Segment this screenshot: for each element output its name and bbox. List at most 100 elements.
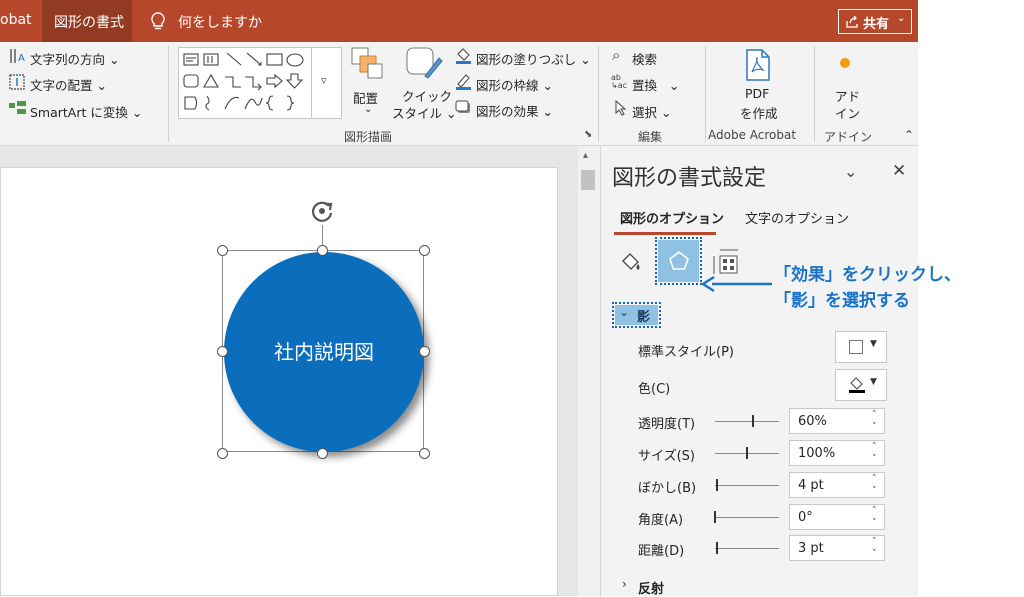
resize-handle[interactable] [217,448,228,459]
tab-shape-format-label: 図形の書式 [54,15,124,31]
distance-spinbox[interactable]: 3 pt ˄ ˅ [789,535,885,561]
paint-bucket-icon [849,377,865,393]
replace-icon: ab ↳ac [611,73,628,90]
chevron-right-icon: › [622,577,627,591]
tab-text-options[interactable]: 文字のオプション [745,208,849,227]
size-properties-icon[interactable] [712,248,740,276]
shape-effects-icon [455,100,470,113]
replace-label: 置換 [632,78,658,93]
shapes-gallery-more-button[interactable]: ▿ [311,47,342,119]
divider [168,46,169,142]
angle-slider[interactable] [715,517,779,518]
shadow-preset-dropdown[interactable]: ▼ [835,331,887,363]
shape-fill-label: 図形の塗りつぶし [476,52,577,67]
active-tab-indicator [614,232,716,235]
tab-shape-options[interactable]: 図形のオプション [620,208,724,227]
search-icon: ⌕ [612,46,621,64]
close-icon[interactable]: ✕ [892,161,906,181]
share-label: 共有 [863,17,890,32]
divider [598,46,599,142]
resize-handle[interactable] [419,346,430,357]
shape-text[interactable]: 社内説明図 [224,336,424,365]
text-align-button[interactable]: 文字の配置 ⌄ [30,75,107,94]
reflection-section-header[interactable]: 反射 [638,578,664,597]
resize-handle[interactable] [217,346,228,357]
quick-styles-button[interactable]: スタイル ⌄ [392,103,456,122]
distance-slider[interactable] [715,548,779,549]
select-button[interactable]: 選択 ⌄ [632,102,671,121]
tell-me-search[interactable]: 何をしますか [178,12,262,32]
shadow-section-header[interactable]: ⌄ 影 [615,305,658,325]
replace-button[interactable]: 置換 ⌄ [632,75,679,94]
quick-styles-icon [406,47,443,79]
preset-swatch [849,340,863,354]
angle-slider-thumb[interactable] [714,511,716,523]
blur-spinbox[interactable]: 4 pt ˄ ˅ [789,472,885,498]
group-label-adobe: Adobe Acrobat [708,128,797,142]
size-slider-thumb[interactable] [746,447,748,459]
resize-handle[interactable] [317,448,328,459]
vertical-scrollbar[interactable] [578,146,600,596]
share-button[interactable]: 共有 ⌄ [838,9,912,34]
group-label-drawing: 図形描画 [344,130,393,144]
paint-bucket-icon [456,48,471,64]
blur-value: 4 pt [798,478,824,493]
create-pdf-button[interactable]: を作成 [740,103,778,122]
color-label: 色(C) [638,382,671,397]
blur-slider[interactable] [715,485,779,486]
shape-outline-button[interactable]: 図形の枠線 ⌄ [476,75,553,94]
create-pdf-label1[interactable]: PDF [745,86,769,101]
smartart-button[interactable]: SmartArt に変換 ⌄ [30,102,142,121]
distance-slider-thumb[interactable] [716,542,718,554]
shape-outline-label: 図形の枠線 [476,78,539,93]
text-direction-icon: A [10,49,25,64]
size-spinbox[interactable]: 100% ˄ ˅ [789,440,885,466]
text-align-label: 文字の配置 [30,78,93,93]
annotation-callout: 「効果」をクリックし、 「影」を選択する [774,262,961,314]
dialog-launcher-icon[interactable]: ⬊ [584,129,592,140]
spinner-arrows-icon: ˄ ˅ [872,442,877,464]
effects-tab-button[interactable] [658,240,699,282]
scroll-thumb[interactable] [581,170,595,190]
shadow-section-label: 影 [637,310,651,325]
transparency-slider-thumb[interactable] [752,415,754,427]
resize-handle[interactable] [419,448,430,459]
tab-acrobat[interactable]: obat [0,12,32,28]
spinner-arrows-icon: ˄ ˅ [872,474,877,496]
shape-effects-button[interactable]: 図形の効果 ⌄ [476,101,553,120]
shapes-gallery[interactable] [178,47,313,119]
select-label: 選択 [632,105,658,120]
transparency-spinbox[interactable]: 60% ˄ ˅ [789,408,885,434]
addin-button[interactable]: イン [835,103,860,122]
resize-handle[interactable] [419,245,430,256]
angle-label: 角度(A) [638,513,684,528]
annotation-arrow [700,275,772,293]
size-value: 100% [798,446,836,461]
quick-styles-label2: スタイル [392,106,443,121]
find-button[interactable]: 検索 [632,49,657,68]
angle-spinbox[interactable]: 0° ˄ ˅ [789,504,885,530]
smartart-icon [9,101,26,114]
spinner-arrows-icon: ˄ ˅ [872,506,877,528]
rotate-handle-icon[interactable] [309,198,337,226]
group-label-addin: アドイン [824,130,873,144]
collapse-ribbon-icon[interactable]: ⌃ [904,128,914,142]
text-align-icon [9,74,25,90]
resize-handle[interactable] [217,245,228,256]
resize-handle[interactable] [317,245,328,256]
pentagon-effects-icon [669,250,689,270]
pane-options-chevron-icon[interactable]: ⌄ [844,162,857,181]
transparency-slider[interactable] [715,421,779,422]
text-direction-button[interactable]: 文字列の方向 ⌄ [30,49,119,68]
chevron-down-icon: ⌄ [619,305,630,319]
title-bar [0,0,918,42]
shadow-color-dropdown[interactable]: ▼ [835,369,887,401]
annotation-line1: 「効果」をクリックし、 [774,265,961,285]
blur-slider-thumb[interactable] [716,479,718,491]
angle-value: 0° [798,510,813,525]
shape-effects-label: 図形の効果 [476,104,539,119]
scroll-up-icon[interactable]: ▴ [583,150,588,161]
shape-fill-button[interactable]: 図形の塗りつぶし ⌄ [476,49,591,68]
transparency-label: 透明度(T) [638,417,696,432]
fill-line-icon[interactable] [618,250,644,276]
